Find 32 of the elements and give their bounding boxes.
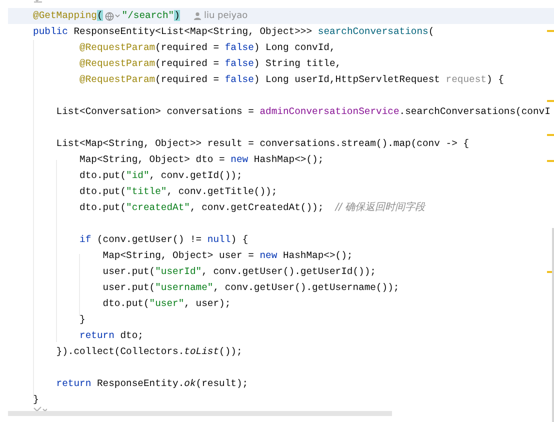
code-text: return ResponseEntity.ok(result);: [56, 377, 248, 391]
code-text: return dto;: [80, 329, 144, 343]
code-text: @RequestParam(required = false) Long userId,HttpServletRequest request) {: [80, 73, 504, 87]
code-text: @RequestParam(required = false) String title,: [80, 57, 342, 71]
horizontal-scrollbar[interactable]: [8, 411, 392, 416]
code-text: "/search"): [122, 9, 180, 23]
code-text: dto.put("createdAt", conv.getCreatedAt()); // 确保返回时间字段: [80, 200, 426, 215]
code-text: @RequestParam(required = false) Long convId,: [80, 41, 336, 55]
warning-stripe[interactable]: [547, 160, 554, 162]
code-text: dto.put("title", conv.getTitle());: [80, 185, 278, 199]
code-text: }).collect(Collectors.toList());: [56, 345, 242, 359]
vertical-scrollbar[interactable]: [552, 228, 554, 422]
code-text: public ResponseEntity<List<Map<String, Object>>> searchConversations(: [33, 25, 434, 39]
code-text: List<Map<String, Object>> result = conversations.stream().map(conv -> {: [56, 137, 470, 151]
code-text: dto.put("id", conv.getId());: [80, 169, 242, 183]
code-text: user.put("userId", conv.getUser().getUserId());: [102, 265, 376, 279]
person-icon: [194, 12, 201, 20]
warning-stripe[interactable]: [547, 30, 554, 32]
caret-icon[interactable]: [114, 14, 120, 18]
code-text: }: [33, 393, 39, 407]
code-text: user.put("username", conv.getUser().getUsername());: [102, 281, 400, 295]
code-text: @GetMapping(: [33, 9, 103, 23]
warning-stripe[interactable]: [547, 134, 554, 136]
warning-stripe[interactable]: [547, 100, 554, 102]
globe-icon[interactable]: [104, 12, 114, 20]
code-text: if (conv.getUser() != null) {: [80, 233, 248, 247]
code-text: Map<String, Object> dto = new HashMap<>();: [80, 153, 324, 167]
code-text: }: [80, 313, 86, 327]
code-text: List<Conversation> conversations = adminConversationService.searchConversations(convI: [56, 105, 550, 119]
code-text: Map<String, Object> user = new HashMap<>();: [102, 249, 353, 263]
code-text: dto.put("user", user);: [102, 297, 231, 311]
author-hint[interactable]: liu peiyao: [204, 8, 248, 24]
